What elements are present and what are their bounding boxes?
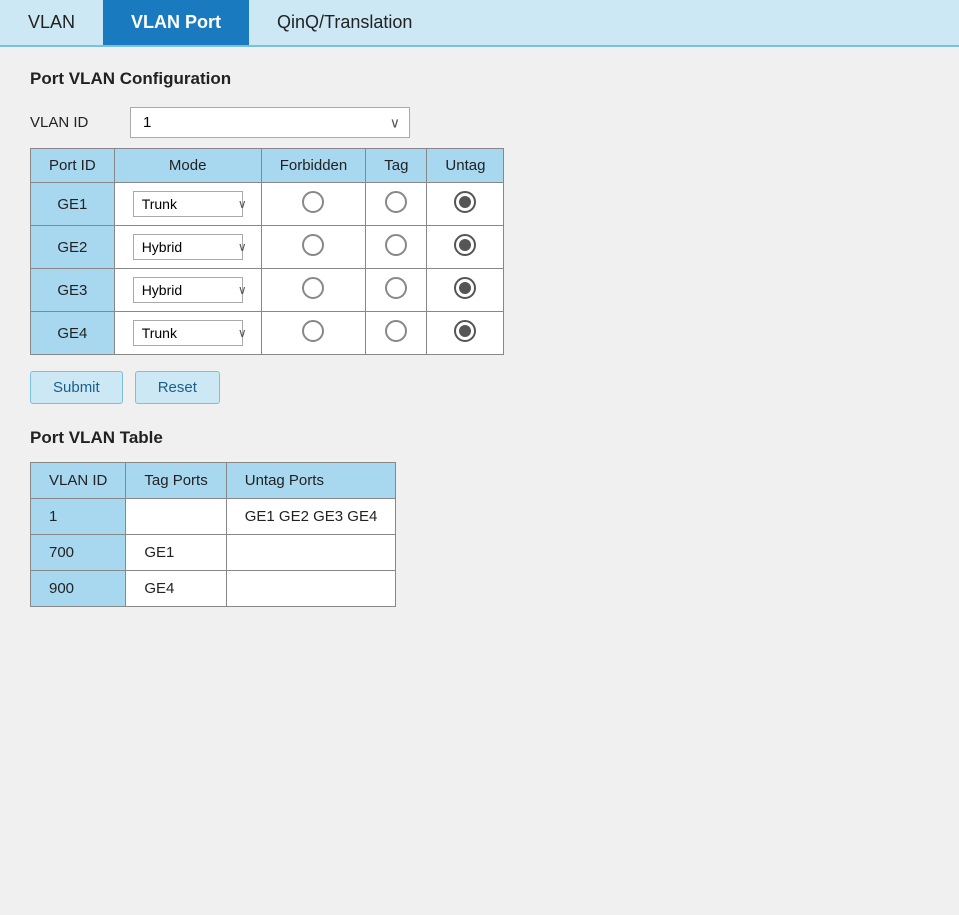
mode-select[interactable]: AccessTrunkHybrid xyxy=(133,320,243,346)
vlan-table-untag-ports-cell xyxy=(226,535,396,571)
vlan-table-untag-ports-cell xyxy=(226,571,396,607)
button-row: Submit Reset xyxy=(30,371,929,404)
vlan-table-col-header: Tag Ports xyxy=(126,463,226,499)
vlan-table-id-cell: 700 xyxy=(31,535,126,571)
untag-radio[interactable] xyxy=(454,234,476,256)
tag-cell[interactable] xyxy=(366,269,427,312)
forbidden-cell[interactable] xyxy=(261,312,366,355)
port-id-cell: GE1 xyxy=(31,183,115,226)
untag-cell[interactable] xyxy=(427,312,504,355)
tag-cell[interactable] xyxy=(366,226,427,269)
tag-cell[interactable] xyxy=(366,312,427,355)
port-id-cell: GE2 xyxy=(31,226,115,269)
vlan-id-select[interactable]: 1 700 900 xyxy=(130,107,410,138)
vlan-table: VLAN IDTag PortsUntag Ports 1 GE1 GE2 GE3… xyxy=(30,462,396,607)
vlan-table-col-header: Untag Ports xyxy=(226,463,396,499)
tab-vlan[interactable]: VLAN xyxy=(0,0,103,45)
reset-button[interactable]: Reset xyxy=(135,371,220,404)
untag-cell[interactable] xyxy=(427,269,504,312)
forbidden-cell[interactable] xyxy=(261,183,366,226)
table-section-title: Port VLAN Table xyxy=(30,428,929,448)
tab-vlan-port[interactable]: VLAN Port xyxy=(103,0,249,45)
forbidden-radio[interactable] xyxy=(302,277,324,299)
untag-radio[interactable] xyxy=(454,191,476,213)
vlan-id-label: VLAN ID xyxy=(30,114,110,131)
port-id-cell: GE4 xyxy=(31,312,115,355)
tag-radio[interactable] xyxy=(385,234,407,256)
col-header-port-id: Port ID xyxy=(31,149,115,183)
untag-cell[interactable] xyxy=(427,226,504,269)
tag-radio[interactable] xyxy=(385,320,407,342)
forbidden-radio[interactable] xyxy=(302,191,324,213)
mode-cell: AccessTrunkHybrid xyxy=(114,269,261,312)
forbidden-radio[interactable] xyxy=(302,320,324,342)
mode-cell: AccessTrunkHybrid xyxy=(114,226,261,269)
vlan-id-row: VLAN ID 1 700 900 xyxy=(30,107,929,138)
submit-button[interactable]: Submit xyxy=(30,371,123,404)
col-header-tag: Tag xyxy=(366,149,427,183)
vlan-table-tag-ports-cell xyxy=(126,499,226,535)
col-header-mode: Mode xyxy=(114,149,261,183)
forbidden-cell[interactable] xyxy=(261,226,366,269)
vlan-id-select-wrapper: 1 700 900 xyxy=(130,107,410,138)
col-header-forbidden: Forbidden xyxy=(261,149,366,183)
tag-radio[interactable] xyxy=(385,191,407,213)
port-id-cell: GE3 xyxy=(31,269,115,312)
mode-select[interactable]: AccessTrunkHybrid xyxy=(133,234,243,260)
untag-radio[interactable] xyxy=(454,320,476,342)
config-section-title: Port VLAN Configuration xyxy=(30,69,929,89)
mode-cell: AccessTrunkHybrid xyxy=(114,312,261,355)
tab-qinq[interactable]: QinQ/Translation xyxy=(249,0,440,45)
tag-cell[interactable] xyxy=(366,183,427,226)
vlan-table-tag-ports-cell: GE1 xyxy=(126,535,226,571)
vlan-table-tag-ports-cell: GE4 xyxy=(126,571,226,607)
vlan-table-id-cell: 1 xyxy=(31,499,126,535)
tab-bar: VLAN VLAN Port QinQ/Translation xyxy=(0,0,959,47)
vlan-table-col-header: VLAN ID xyxy=(31,463,126,499)
tag-radio[interactable] xyxy=(385,277,407,299)
untag-radio[interactable] xyxy=(454,277,476,299)
page-container: VLAN VLAN Port QinQ/Translation Port VLA… xyxy=(0,0,959,915)
forbidden-cell[interactable] xyxy=(261,269,366,312)
untag-cell[interactable] xyxy=(427,183,504,226)
mode-select[interactable]: AccessTrunkHybrid xyxy=(133,277,243,303)
vlan-table-id-cell: 900 xyxy=(31,571,126,607)
col-header-untag: Untag xyxy=(427,149,504,183)
main-content: Port VLAN Configuration VLAN ID 1 700 90… xyxy=(0,47,959,629)
forbidden-radio[interactable] xyxy=(302,234,324,256)
mode-select[interactable]: AccessTrunkHybrid xyxy=(133,191,243,217)
config-table: Port ID Mode Forbidden Tag Untag GE1 Acce… xyxy=(30,148,504,355)
mode-cell: AccessTrunkHybrid xyxy=(114,183,261,226)
vlan-table-untag-ports-cell: GE1 GE2 GE3 GE4 xyxy=(226,499,396,535)
